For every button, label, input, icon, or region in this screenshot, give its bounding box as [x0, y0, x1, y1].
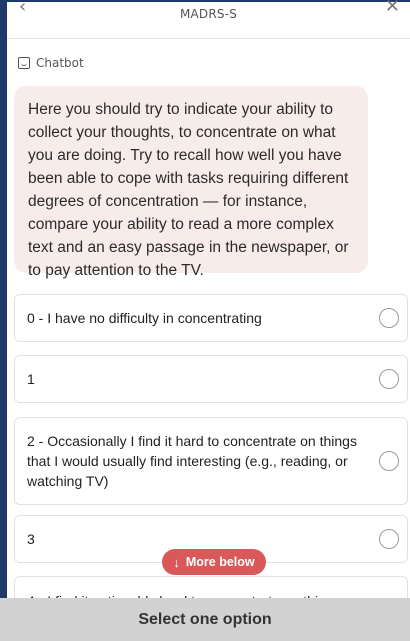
page-title: MADRS-S	[179, 7, 238, 21]
window-frame-left	[0, 0, 7, 641]
radio-button[interactable]	[379, 308, 399, 328]
footer-label: Select one option	[138, 610, 272, 628]
option-0[interactable]: 0 - I have no difficulty in concentratin…	[14, 294, 408, 342]
chatbot-sender-label: Chatbot	[36, 56, 84, 70]
header-bar: ‹ MADRS-S ✕	[7, 0, 410, 39]
select-option-footer: Select one option	[0, 598, 410, 641]
radio-button[interactable]	[379, 369, 399, 389]
option-label: 2 - Occasionally I find it hard to conce…	[27, 433, 357, 489]
chatbot-icon	[18, 57, 30, 69]
arrow-down-icon: ↓	[173, 554, 180, 570]
chatbot-sender: Chatbot	[18, 56, 84, 70]
chat-message-bubble: Here you should try to indicate your abi…	[14, 86, 368, 279]
more-below-label: More below	[185, 555, 255, 569]
option-1[interactable]: 1	[14, 355, 408, 403]
option-label: 1	[27, 371, 35, 387]
option-label: 3	[27, 531, 35, 547]
more-below-button[interactable]: ↓ More below	[162, 549, 266, 575]
radio-button[interactable]	[379, 529, 399, 549]
option-label: 0 - I have no difficulty in concentratin…	[27, 310, 262, 326]
close-icon[interactable]: ✕	[385, 0, 400, 17]
option-2[interactable]: 2 - Occasionally I find it hard to conce…	[14, 417, 408, 505]
radio-button[interactable]	[379, 451, 399, 471]
